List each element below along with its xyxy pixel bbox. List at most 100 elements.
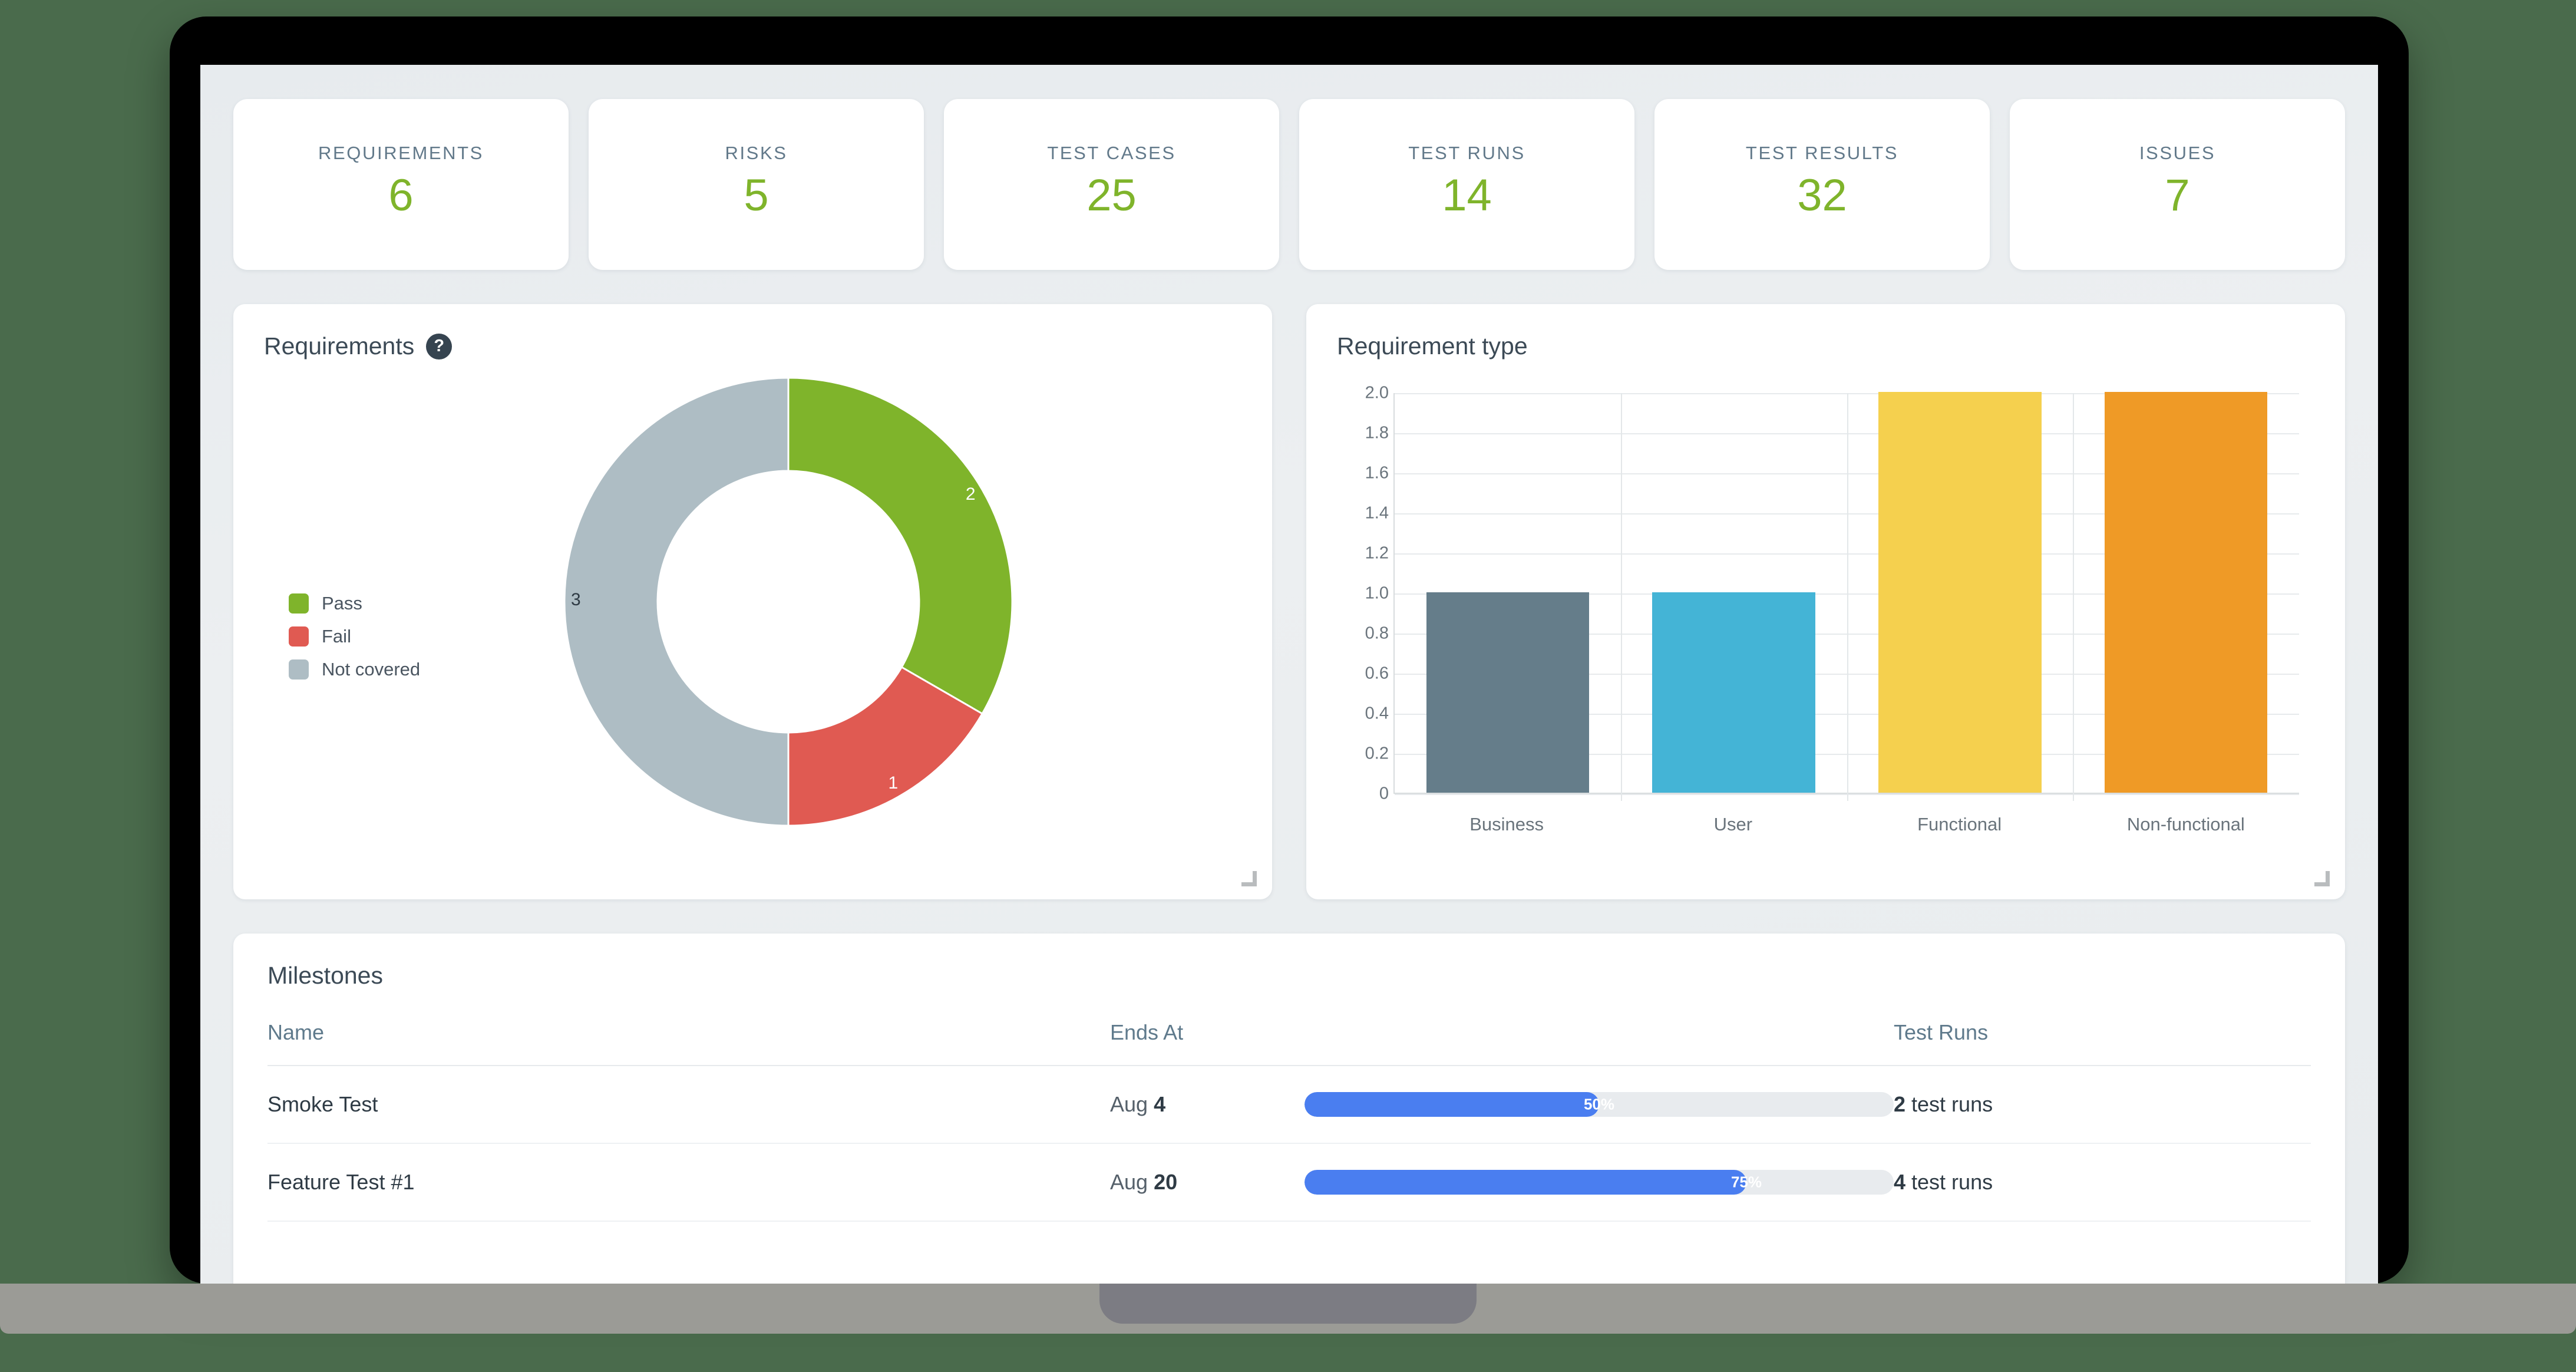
kpi-label: TEST CASES xyxy=(1047,143,1175,164)
y-axis-tick-label: 2.0 xyxy=(1365,384,1389,403)
laptop-mockup: REQUIREMENTS 6 RISKS 5 TEST CASES 25 TES… xyxy=(170,17,2409,1284)
panel-title: Requirement type xyxy=(1337,332,2314,360)
milestone-name[interactable]: Smoke Test xyxy=(267,1066,1110,1143)
donut-slice-label: 2 xyxy=(966,484,976,504)
date-day: 20 xyxy=(1154,1170,1177,1194)
kpi-card-test-cases[interactable]: TEST CASES 25 xyxy=(944,99,1279,270)
y-axis-tick-label: 0.6 xyxy=(1365,664,1389,684)
x-axis-tick-label: Business xyxy=(1469,814,1544,835)
bar-business[interactable] xyxy=(1426,592,1589,793)
milestone-ends-at: Aug 4 xyxy=(1110,1066,1304,1143)
legend-label: Not covered xyxy=(322,659,420,680)
milestone-test-runs: 4 test runs xyxy=(1894,1143,2311,1221)
date-month: Aug xyxy=(1110,1170,1154,1194)
milestone-progress-cell: 75% xyxy=(1304,1143,1894,1221)
kpi-label: ISSUES xyxy=(2139,143,2215,164)
kpi-row: REQUIREMENTS 6 RISKS 5 TEST CASES 25 TES… xyxy=(233,99,2345,270)
bar-non-functional[interactable] xyxy=(2105,392,2267,793)
resize-handle-icon[interactable] xyxy=(2314,871,2330,886)
milestone-test-runs: 2 test runs xyxy=(1894,1066,2311,1143)
y-axis-tick-label: 1.0 xyxy=(1365,584,1389,603)
charts-row: Requirements ? Pass Fail Not covered 213 R… xyxy=(233,304,2345,899)
column-header-progress xyxy=(1304,1020,1894,1066)
donut-chart-body: Pass Fail Not covered 213 xyxy=(264,360,1241,867)
progress-bar-fill xyxy=(1304,1170,1746,1195)
category-separator xyxy=(1847,393,1848,801)
progress-bar[interactable]: 50% xyxy=(1304,1092,1894,1117)
milestones-panel: Milestones Name Ends At Test Runs Smoke … xyxy=(233,934,2345,1284)
x-axis-tick-label: User xyxy=(1714,814,1752,835)
legend-swatch-icon xyxy=(289,659,309,680)
legend-item-fail[interactable]: Fail xyxy=(289,626,420,647)
resize-handle-icon[interactable] xyxy=(1241,871,1257,886)
kpi-value: 7 xyxy=(2165,173,2189,218)
y-axis-tick-label: 1.4 xyxy=(1365,504,1389,523)
column-header-test-runs[interactable]: Test Runs xyxy=(1894,1020,2311,1066)
progress-bar-label: 50% xyxy=(1584,1096,1614,1114)
y-axis-tick-label: 0 xyxy=(1379,784,1389,804)
bar-plot-area[interactable]: 00.20.40.60.81.01.21.41.61.82.0 xyxy=(1393,393,2299,794)
bar-user[interactable] xyxy=(1652,592,1815,793)
kpi-card-requirements[interactable]: REQUIREMENTS 6 xyxy=(233,99,569,270)
kpi-label: RISKS xyxy=(725,143,787,164)
help-circle-icon[interactable]: ? xyxy=(426,334,452,360)
bar-chart-body: 00.20.40.60.81.01.21.41.61.82.0 Business… xyxy=(1337,378,2314,885)
grid-area xyxy=(1393,393,2299,794)
kpi-value: 6 xyxy=(388,173,413,218)
x-axis-tick-label: Functional xyxy=(1917,814,2002,835)
y-axis-tick-label: 0.2 xyxy=(1365,744,1389,764)
progress-bar-fill xyxy=(1304,1092,1599,1117)
kpi-value: 14 xyxy=(1442,173,1492,218)
kpi-card-test-runs[interactable]: TEST RUNS 14 xyxy=(1299,99,1634,270)
milestone-name[interactable]: Feature Test #1 xyxy=(267,1143,1110,1221)
y-axis-tick-label: 1.6 xyxy=(1365,464,1389,483)
kpi-card-test-results[interactable]: TEST RESULTS 32 xyxy=(1654,99,1990,270)
x-axis-tick-label: Non-functional xyxy=(2127,814,2245,835)
legend-label: Pass xyxy=(322,593,362,614)
legend-item-not-covered[interactable]: Not covered xyxy=(289,659,420,680)
donut-slice-label: 3 xyxy=(571,590,581,610)
donut-chart[interactable]: 213 xyxy=(564,378,1012,826)
panel-title: Requirements ? xyxy=(264,332,1241,360)
y-axis-ticks: 00.20.40.60.81.01.21.41.61.82.0 xyxy=(1338,393,1389,794)
donut-legend: Pass Fail Not covered xyxy=(289,593,420,692)
kpi-value: 25 xyxy=(1086,173,1137,218)
requirement-type-chart-panel: Requirement type 00.20.40.60.81.01.21.41… xyxy=(1306,304,2345,899)
test-runs-count: 4 xyxy=(1894,1170,1905,1194)
milestones-table: Name Ends At Test Runs Smoke TestAug 450… xyxy=(267,1020,2311,1222)
dashboard-app: REQUIREMENTS 6 RISKS 5 TEST CASES 25 TES… xyxy=(200,65,2378,1284)
requirements-chart-panel: Requirements ? Pass Fail Not covered 213 xyxy=(233,304,1272,899)
kpi-label: TEST RESULTS xyxy=(1746,143,1898,164)
milestone-progress-cell: 50% xyxy=(1304,1066,1894,1143)
milestones-body: Smoke TestAug 450%2 test runsFeature Tes… xyxy=(267,1066,2311,1221)
legend-label: Fail xyxy=(322,626,351,647)
laptop-base-notch xyxy=(1099,1284,1477,1324)
kpi-card-issues[interactable]: ISSUES 7 xyxy=(2010,99,2345,270)
kpi-value: 5 xyxy=(744,173,768,218)
column-header-name[interactable]: Name xyxy=(267,1020,1110,1066)
panel-title-text: Requirements xyxy=(264,332,414,360)
donut-slice-pass[interactable] xyxy=(788,378,1012,714)
category-separator xyxy=(1621,393,1622,801)
panel-title-text: Requirement type xyxy=(1337,332,1528,360)
milestone-ends-at: Aug 20 xyxy=(1110,1143,1304,1221)
column-header-ends-at[interactable]: Ends At xyxy=(1110,1020,1304,1066)
category-separator xyxy=(2073,393,2074,801)
milestones-title: Milestones xyxy=(267,962,2311,990)
kpi-card-risks[interactable]: RISKS 5 xyxy=(589,99,924,270)
y-axis-tick-label: 1.2 xyxy=(1365,544,1389,563)
kpi-value: 32 xyxy=(1797,173,1847,218)
donut-slice-not-covered[interactable] xyxy=(564,378,788,826)
date-day: 4 xyxy=(1154,1092,1165,1116)
table-row[interactable]: Feature Test #1Aug 20 75% 4 test runs xyxy=(267,1143,2311,1221)
date-month: Aug xyxy=(1110,1092,1154,1116)
y-axis-tick-label: 0.8 xyxy=(1365,624,1389,644)
legend-item-pass[interactable]: Pass xyxy=(289,593,420,614)
bar-functional[interactable] xyxy=(1878,392,2041,793)
progress-bar[interactable]: 75% xyxy=(1304,1170,1894,1195)
kpi-label: TEST RUNS xyxy=(1408,143,1525,164)
y-axis-tick-label: 0.4 xyxy=(1365,704,1389,724)
test-runs-suffix: test runs xyxy=(1905,1092,1993,1116)
progress-bar-label: 75% xyxy=(1731,1173,1762,1192)
table-row[interactable]: Smoke TestAug 4 50% 2 test runs xyxy=(267,1066,2311,1143)
